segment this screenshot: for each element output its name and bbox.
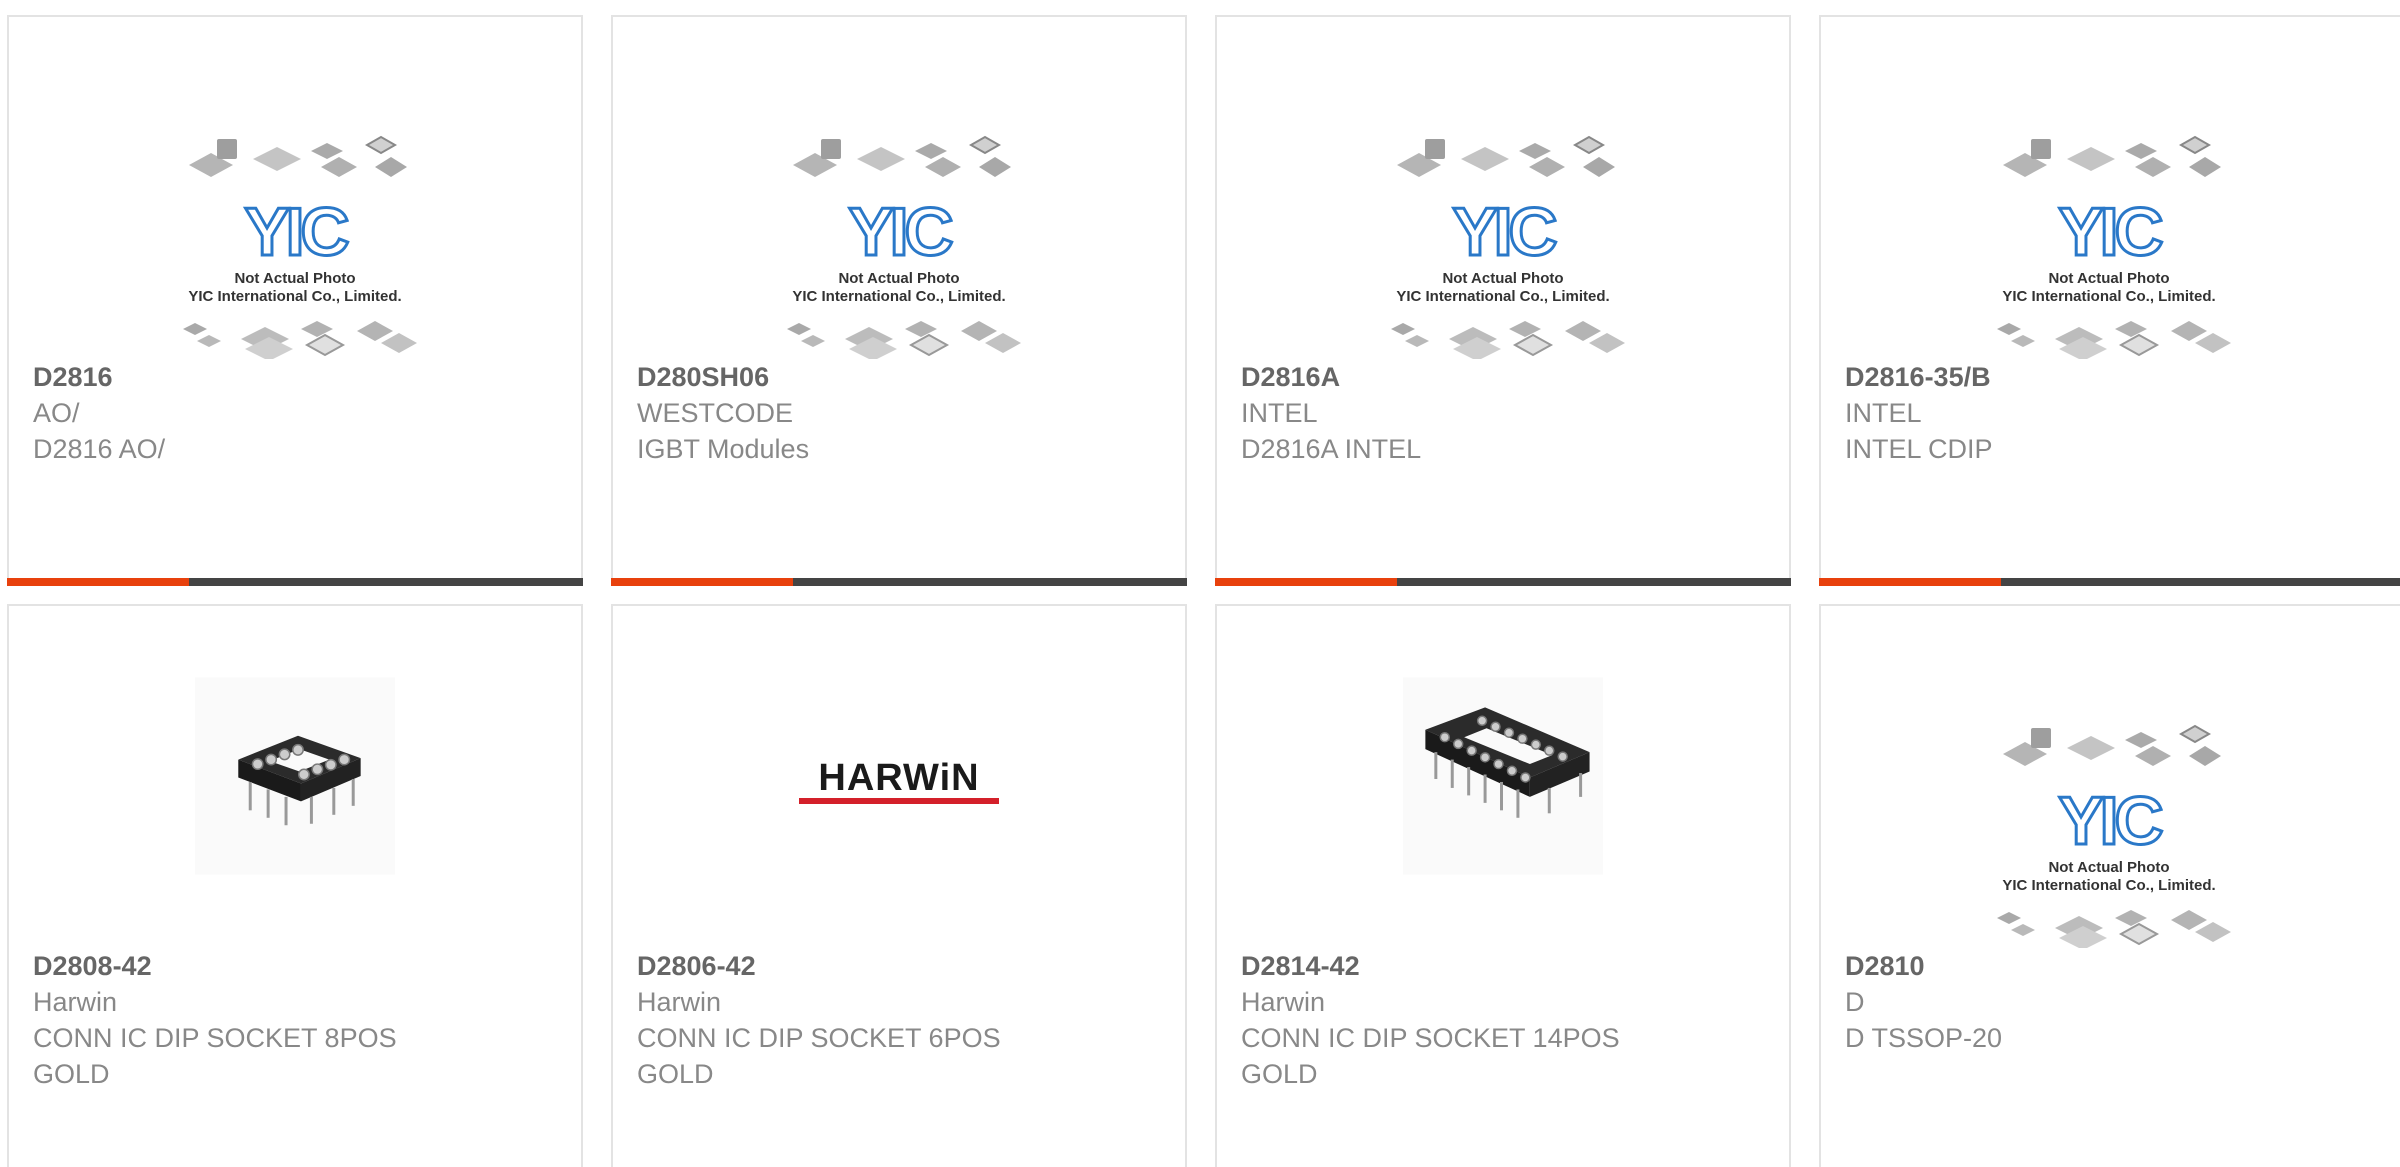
dip-socket-8-icon: [195, 676, 395, 876]
card-accent-bar: [611, 578, 1187, 586]
product-image-placeholder[interactable]: [161, 95, 429, 359]
part-number[interactable]: D2806-42: [637, 948, 1165, 984]
product-info: D2814-42 Harwin CONN IC DIP SOCKET 14POS…: [1241, 948, 1769, 1092]
product-info: D2816-35/B INTEL INTEL CDIP: [1845, 359, 2380, 467]
product-image[interactable]: [195, 676, 395, 876]
yic-placeholder-icon: [161, 95, 429, 359]
product-card[interactable]: D2816A INTEL D2816A INTEL: [1215, 15, 1791, 586]
manufacturer: WESTCODE: [637, 398, 794, 428]
product-image[interactable]: HARWiN: [789, 676, 1009, 876]
description-continued: GOLD: [637, 1059, 714, 1089]
product-card[interactable]: HARWiN D2806-42 Harwin CONN IC DIP SOCKE…: [611, 604, 1187, 1167]
product-card[interactable]: D2808-42 Harwin CONN IC DIP SOCKET 8POS …: [7, 604, 583, 1167]
product-card[interactable]: D2816 AO/ D2816 AO/: [7, 15, 583, 586]
product-grid: D2816 AO/ D2816 AO/ D280SH06 WESTCODE IG…: [0, 0, 2400, 1167]
description: CONN IC DIP SOCKET 6POS: [637, 1023, 1001, 1053]
harwin-logo-icon: HARWiN: [799, 757, 999, 804]
dip-socket-14-icon: [1403, 676, 1603, 876]
part-number[interactable]: D2808-42: [33, 948, 561, 984]
description: D2816A INTEL: [1241, 434, 1422, 464]
part-number[interactable]: D2814-42: [1241, 948, 1769, 984]
part-number[interactable]: D280SH06: [637, 359, 1165, 395]
manufacturer: INTEL: [1845, 398, 1922, 428]
card-accent-bar: [1215, 578, 1791, 586]
manufacturer: Harwin: [1241, 987, 1326, 1017]
description-continued: GOLD: [1241, 1059, 1318, 1089]
product-image-placeholder[interactable]: [1975, 95, 2243, 359]
product-info: D280SH06 WESTCODE IGBT Modules: [637, 359, 1165, 467]
product-card[interactable]: D2816-35/B INTEL INTEL CDIP: [1819, 15, 2400, 586]
yic-placeholder-icon: [765, 95, 1033, 359]
manufacturer: AO/: [33, 398, 80, 428]
card-accent-bar: [1819, 578, 2400, 586]
part-number[interactable]: D2816A: [1241, 359, 1769, 395]
product-info: D2816 AO/ D2816 AO/: [33, 359, 561, 467]
product-card[interactable]: D2814-42 Harwin CONN IC DIP SOCKET 14POS…: [1215, 604, 1791, 1167]
manufacturer: D: [1845, 987, 1865, 1017]
part-number[interactable]: D2810: [1845, 948, 2380, 984]
product-info: D2808-42 Harwin CONN IC DIP SOCKET 8POS …: [33, 948, 561, 1092]
part-number[interactable]: D2816-35/B: [1845, 359, 2380, 395]
product-card[interactable]: D280SH06 WESTCODE IGBT Modules: [611, 15, 1187, 586]
yic-placeholder-icon: [1369, 95, 1637, 359]
harwin-logo-text: HARWiN: [818, 757, 979, 799]
manufacturer: Harwin: [33, 987, 118, 1017]
product-card[interactable]: D2810 D D TSSOP-20: [1819, 604, 2400, 1167]
description: IGBT Modules: [637, 434, 810, 464]
product-image-placeholder[interactable]: [1369, 95, 1637, 359]
description: D2816 AO/: [33, 434, 166, 464]
product-image[interactable]: [1403, 676, 1603, 876]
manufacturer: INTEL: [1241, 398, 1318, 428]
description: D TSSOP-20: [1845, 1023, 2003, 1053]
part-number[interactable]: D2816: [33, 359, 561, 395]
description: CONN IC DIP SOCKET 14POS: [1241, 1023, 1620, 1053]
card-accent-bar: [7, 578, 583, 586]
product-image-placeholder[interactable]: [1975, 684, 2243, 948]
product-info: D2810 D D TSSOP-20: [1845, 948, 2380, 1056]
description-continued: GOLD: [33, 1059, 110, 1089]
yic-placeholder-icon: [1975, 95, 2243, 359]
description: INTEL CDIP: [1845, 434, 1993, 464]
product-image-placeholder[interactable]: [765, 95, 1033, 359]
description: CONN IC DIP SOCKET 8POS: [33, 1023, 397, 1053]
product-info: D2806-42 Harwin CONN IC DIP SOCKET 6POS …: [637, 948, 1165, 1092]
product-info: D2816A INTEL D2816A INTEL: [1241, 359, 1769, 467]
yic-placeholder-icon: [1975, 684, 2243, 948]
manufacturer: Harwin: [637, 987, 722, 1017]
